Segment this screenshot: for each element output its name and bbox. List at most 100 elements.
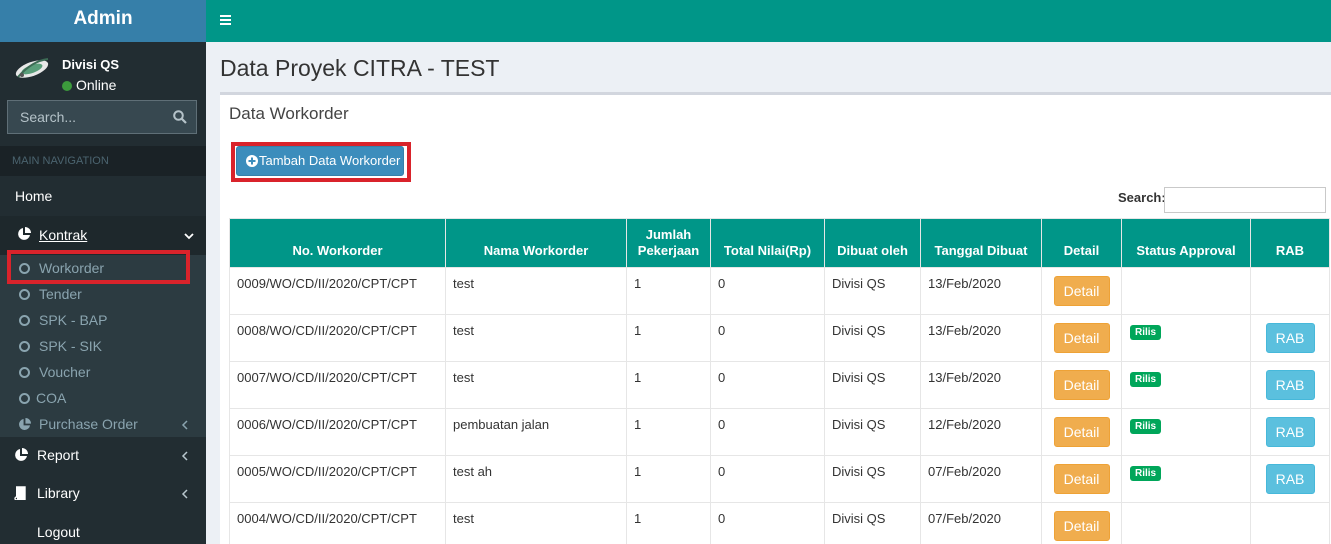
cell-dibuat-oleh: Divisi QS [824, 314, 921, 362]
cell-status [1121, 502, 1251, 544]
cell-dibuat-oleh: Divisi QS [824, 361, 921, 409]
book-icon [14, 486, 26, 500]
user-name: Divisi QS [62, 57, 120, 72]
cell-dibuat-oleh: Divisi QS [824, 455, 921, 503]
cell-tanggal: 07/Feb/2020 [920, 502, 1042, 544]
search-icon[interactable] [173, 110, 187, 124]
cell-nama-workorder: test [445, 314, 627, 362]
detail-button[interactable]: Detail [1053, 370, 1110, 400]
cell-tanggal: 12/Feb/2020 [920, 408, 1042, 456]
table-row: 0004/WO/CD/II/2020/CPT/CPT test 1 0 Divisi Q… [229, 502, 1330, 544]
sidebar-search [7, 100, 197, 134]
cell-detail: Detail [1041, 455, 1122, 503]
highlight-box [7, 250, 190, 284]
table-row: 0009/WO/CD/II/2020/CPT/CPT test 1 0 Divisi Q… [229, 267, 1330, 315]
cell-rab [1250, 267, 1330, 315]
detail-button[interactable]: Detail [1053, 417, 1110, 447]
box-title: Data Workorder [229, 104, 349, 123]
cell-no-workorder: 0007/WO/CD/II/2020/CPT/CPT [229, 361, 446, 409]
sub-item-purchase-order[interactable]: Purchase Order [0, 411, 206, 437]
status-badge: Rilis [1130, 419, 1162, 434]
cell-rab: RAB [1250, 408, 1330, 456]
detail-button[interactable]: Detail [1053, 511, 1110, 541]
cell-status: Rilis [1121, 361, 1251, 409]
add-workorder-label: Tambah Data Workorder [259, 153, 401, 168]
rab-button[interactable]: RAB [1265, 323, 1315, 353]
cell-no-workorder: 0006/WO/CD/II/2020/CPT/CPT [229, 408, 446, 456]
col-header[interactable]: RAB [1250, 218, 1330, 268]
cell-nama-workorder: test [445, 267, 627, 315]
rab-button[interactable]: RAB [1265, 464, 1315, 494]
sub-item-voucher[interactable]: Voucher [0, 359, 206, 385]
cell-nama-workorder: test [445, 502, 627, 544]
col-header[interactable]: Status Approval [1121, 218, 1251, 268]
sidebar-search-input[interactable] [8, 101, 163, 133]
cell-dibuat-oleh: Divisi QS [824, 408, 921, 456]
col-header[interactable]: Total Nilai(Rp) [710, 218, 825, 268]
cell-total-nilai: 0 [710, 361, 825, 409]
col-header[interactable]: No. Workorder [229, 218, 446, 268]
cell-detail: Detail [1041, 267, 1122, 315]
online-dot-icon [62, 81, 72, 91]
nav-home-label: Home [15, 188, 53, 204]
col-header[interactable]: Jumlah Pekerjaan [626, 218, 711, 268]
add-workorder-button[interactable]: Tambah Data Workorder [236, 146, 404, 176]
circle-icon [19, 315, 30, 326]
table-row: 0006/WO/CD/II/2020/CPT/CPT pembuatan jala… [229, 408, 1330, 456]
sidebar: Divisi QS Online MAIN NAVIGATION Home Ko… [0, 42, 206, 544]
cell-rab [1250, 502, 1330, 544]
workorder-box: Data Workorder Tambah Data Workorder Sea… [220, 92, 1331, 544]
status-badge: Rilis [1130, 372, 1162, 387]
cell-nama-workorder: test [445, 361, 627, 409]
status-badge: Rilis [1130, 325, 1162, 340]
sub-item-coa[interactable]: COA [0, 385, 206, 411]
sub-item-spk-bap[interactable]: SPK - BAP [0, 307, 206, 333]
nav-report[interactable]: Report [0, 439, 206, 475]
nav-report-label: Report [37, 447, 80, 463]
table-row: 0007/WO/CD/II/2020/CPT/CPT test 1 0 Divisi Q… [229, 361, 1330, 409]
cell-tanggal: 13/Feb/2020 [920, 267, 1042, 315]
col-header[interactable]: Tanggal Dibuat [920, 218, 1042, 268]
circle-icon [19, 289, 30, 300]
table-search-input[interactable] [1164, 187, 1326, 213]
nav-logout[interactable]: Logout [0, 516, 206, 544]
cell-status: Rilis [1121, 314, 1251, 362]
workorder-table: No. Workorder Nama Workorder Jumlah Peke… [229, 218, 1330, 544]
col-header[interactable]: Dibuat oleh [824, 218, 921, 268]
nav-library[interactable]: Library [0, 477, 206, 513]
circle-icon [19, 393, 30, 404]
cell-no-workorder: 0004/WO/CD/II/2020/CPT/CPT [229, 502, 446, 544]
detail-button[interactable]: Detail [1053, 276, 1110, 306]
sub-item-tender[interactable]: Tender [0, 281, 206, 307]
detail-button[interactable]: Detail [1053, 464, 1110, 494]
col-header[interactable]: Nama Workorder [445, 218, 627, 268]
cell-jumlah: 1 [626, 502, 711, 544]
cell-total-nilai: 0 [710, 502, 825, 544]
nav-header: MAIN NAVIGATION [0, 146, 206, 176]
cell-jumlah: 1 [626, 267, 711, 315]
cell-tanggal: 13/Feb/2020 [920, 314, 1042, 362]
cell-total-nilai: 0 [710, 267, 825, 315]
sub-item-label: COA [36, 390, 67, 406]
cell-total-nilai: 0 [710, 455, 825, 503]
col-header[interactable]: Detail [1041, 218, 1122, 268]
cell-total-nilai: 0 [710, 314, 825, 362]
cell-status: Rilis [1121, 455, 1251, 503]
table-header-row: No. Workorder Nama Workorder Jumlah Peke… [229, 218, 1330, 268]
sub-item-label: Tender [39, 286, 82, 302]
top-navbar [206, 0, 1331, 42]
cell-tanggal: 07/Feb/2020 [920, 455, 1042, 503]
rab-button[interactable]: RAB [1265, 370, 1315, 400]
table-body: 0009/WO/CD/II/2020/CPT/CPT test 1 0 Divisi Q… [229, 267, 1330, 544]
cell-status [1121, 267, 1251, 315]
app-logo[interactable]: Admin [0, 0, 206, 42]
nav-home[interactable]: Home [0, 176, 206, 216]
page-title: Data Proyek CITRA - TEST [220, 55, 500, 81]
sub-item-label: SPK - BAP [39, 312, 108, 328]
cell-rab: RAB [1250, 455, 1330, 503]
sidebar-toggle-icon[interactable] [218, 10, 234, 30]
rab-button[interactable]: RAB [1265, 417, 1315, 447]
sub-item-label: Purchase Order [39, 416, 138, 432]
sub-item-spk-sik[interactable]: SPK - SIK [0, 333, 206, 359]
detail-button[interactable]: Detail [1053, 323, 1110, 353]
